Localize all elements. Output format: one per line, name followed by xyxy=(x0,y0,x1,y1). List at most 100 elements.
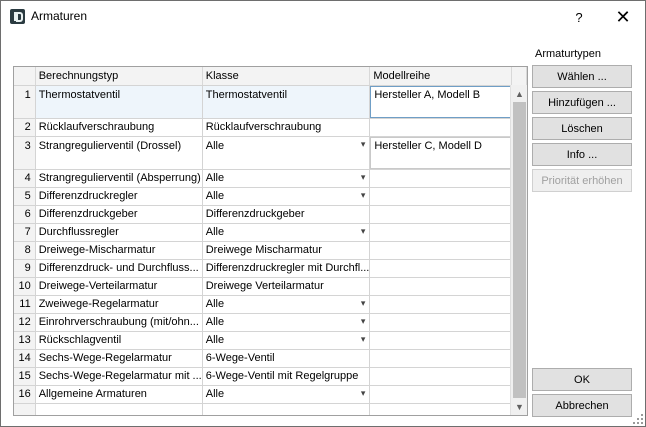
loeschen-button[interactable]: Löschen xyxy=(532,117,632,140)
table-row[interactable]: 14 Sechs-Wege-Regelarmatur 6-Wege-Ventil xyxy=(14,349,527,368)
cell-berechnungstyp[interactable]: Dreiwege-Verteilarmatur xyxy=(35,277,203,296)
abbrechen-button[interactable]: Abbrechen xyxy=(532,394,632,417)
help-button[interactable]: ? xyxy=(564,5,594,29)
table-row[interactable]: 9 Differenzdruck- und Durchfluss... Differ… xyxy=(14,259,527,278)
cell-modellreihe[interactable] xyxy=(369,295,512,314)
cell-klasse-dropdown[interactable]: Alle xyxy=(202,187,371,206)
info-button[interactable]: Info ... xyxy=(532,143,632,166)
resize-grip-icon[interactable] xyxy=(633,414,643,424)
cell-modellreihe[interactable] xyxy=(369,349,512,368)
row-number[interactable]: 11 xyxy=(14,295,36,314)
cell-klasse[interactable]: Thermostatventil xyxy=(202,85,371,119)
cell-berechnungstyp[interactable]: Strangregulierventil (Drossel) xyxy=(35,136,203,170)
scrollbar-thumb[interactable] xyxy=(513,102,526,398)
row-number[interactable]: 8 xyxy=(14,241,36,260)
cell-berechnungstyp[interactable]: Dreiwege-Mischarmatur xyxy=(35,241,203,260)
cell-modellreihe[interactable]: Hersteller A, Modell B xyxy=(369,85,512,119)
cell-klasse[interactable]: 6-Wege-Ventil xyxy=(202,349,371,368)
cell-berechnungstyp[interactable]: Allgemeine Armaturen xyxy=(35,385,203,404)
prioritaet-erhoehen-button[interactable]: Priorität erhöhen xyxy=(532,169,632,192)
cell-klasse-dropdown[interactable]: Alle xyxy=(202,313,371,332)
row-number[interactable]: 14 xyxy=(14,349,36,368)
cell-klasse[interactable]: Differenzdruckregler mit Durchfl... xyxy=(202,259,371,278)
cell-modellreihe[interactable]: Hersteller C, Modell D xyxy=(369,136,512,170)
row-number[interactable]: 15 xyxy=(14,367,36,386)
cell-modellreihe[interactable] xyxy=(369,313,512,332)
cell-klasse-dropdown[interactable]: Alle xyxy=(202,169,371,188)
cell-modellreihe[interactable] xyxy=(369,205,512,224)
close-button[interactable]: ✕ xyxy=(608,5,638,29)
row-number[interactable]: 2 xyxy=(14,118,36,137)
cell-klasse[interactable]: 6-Wege-Ventil mit Regelgruppe xyxy=(202,367,371,386)
table-row[interactable]: 11 Zweiwege-Regelarmatur Alle xyxy=(14,295,527,314)
cell-modellreihe[interactable] xyxy=(369,118,512,137)
cell-berechnungstyp[interactable]: Rücklaufverschraubung xyxy=(35,118,203,137)
row-number[interactable]: 12 xyxy=(14,313,36,332)
row-number[interactable]: 6 xyxy=(14,205,36,224)
table-row[interactable]: 4 Strangregulierventil (Absperrung) Alle xyxy=(14,169,527,188)
cell-klasse[interactable]: Dreiwege Mischarmatur xyxy=(202,241,371,260)
table-row[interactable]: 8 Dreiwege-Mischarmatur Dreiwege Mischarma… xyxy=(14,241,527,260)
table-row[interactable]: 6 Differenzdruckgeber Differenzdruckgeber xyxy=(14,205,527,224)
cell-berechnungstyp[interactable]: Rückschlagventil xyxy=(35,331,203,350)
cell-modellreihe[interactable] xyxy=(369,169,512,188)
row-number[interactable]: 16 xyxy=(14,385,36,404)
table-row[interactable]: 16 Allgemeine Armaturen Alle xyxy=(14,385,527,404)
cell-berechnungstyp[interactable]: Strangregulierventil (Absperrung) xyxy=(35,169,203,188)
table-row[interactable]: 13 Rückschlagventil Alle xyxy=(14,331,527,350)
row-number[interactable]: 3 xyxy=(14,136,36,170)
table-row[interactable]: 15 Sechs-Wege-Regelarmatur mit ... 6-Wege-… xyxy=(14,367,527,386)
cell-modellreihe[interactable] xyxy=(369,385,512,404)
cell-modellreihe[interactable] xyxy=(369,187,512,206)
row-number[interactable]: 9 xyxy=(14,259,36,278)
table-row[interactable]: 5 Differenzdruckregler Alle xyxy=(14,187,527,206)
hinzufuegen-button[interactable]: Hinzufügen ... xyxy=(532,91,632,114)
cell-modellreihe[interactable] xyxy=(369,331,512,350)
row-number[interactable]: 10 xyxy=(14,277,36,296)
cell-modellreihe[interactable] xyxy=(369,367,512,386)
cell-berechnungstyp[interactable]: Einrohrverschraubung (mit/ohn... xyxy=(35,313,203,332)
cell-berechnungstyp[interactable]: Sechs-Wege-Regelarmatur mit ... xyxy=(35,367,203,386)
cell-berechnungstyp[interactable]: Zweiwege-Regelarmatur xyxy=(35,295,203,314)
cell-berechnungstyp[interactable]: Differenzdruck- und Durchfluss... xyxy=(35,259,203,278)
table-row[interactable]: 7 Durchflussregler Alle xyxy=(14,223,527,242)
modellreihe-text-field[interactable]: Hersteller C, Modell D xyxy=(370,136,511,168)
cell-klasse[interactable]: Differenzdruckgeber xyxy=(202,205,371,224)
row-number[interactable]: 1 xyxy=(14,85,36,119)
cell-klasse-dropdown[interactable]: Alle xyxy=(202,223,371,242)
cell-berechnungstyp[interactable]: Differenzdruckgeber xyxy=(35,205,203,224)
row-number[interactable]: 5 xyxy=(14,187,36,206)
cell-klasse[interactable]: Rücklaufverschraubung xyxy=(202,118,371,137)
ok-button[interactable]: OK xyxy=(532,368,632,391)
cell-modellreihe[interactable] xyxy=(369,277,512,296)
scroll-down-arrow-icon[interactable]: ▼ xyxy=(511,398,528,415)
cell-klasse-dropdown[interactable]: Alle xyxy=(202,385,371,404)
scroll-up-arrow-icon[interactable]: ▲ xyxy=(511,85,528,102)
column-header-modellreihe[interactable]: Modellreihe xyxy=(369,67,512,86)
cell-klasse[interactable]: Dreiwege Verteilarmatur xyxy=(202,277,371,296)
table-row[interactable]: 2 Rücklaufverschraubung Rücklaufverschraub… xyxy=(14,118,527,137)
cell-modellreihe[interactable] xyxy=(369,259,512,278)
table-row[interactable]: 1 Thermostatventil Thermostatventil Herstel… xyxy=(14,85,527,119)
cell-berechnungstyp[interactable]: Durchflussregler xyxy=(35,223,203,242)
row-number[interactable]: 4 xyxy=(14,169,36,188)
cell-berechnungstyp[interactable]: Thermostatventil xyxy=(35,85,203,119)
cell-klasse-dropdown[interactable]: Alle xyxy=(202,136,371,170)
cell-modellreihe[interactable] xyxy=(369,223,512,242)
row-number[interactable]: 13 xyxy=(14,331,36,350)
grid-vertical-scrollbar[interactable]: ▲ ▼ xyxy=(510,85,527,415)
column-header-berechnungstyp[interactable]: Berechnungstyp xyxy=(35,67,203,86)
table-row[interactable]: 10 Dreiwege-Verteilarmatur Dreiwege Vertei… xyxy=(14,277,527,296)
waehlen-button[interactable]: Wählen ... xyxy=(532,65,632,88)
table-row[interactable]: 12 Einrohrverschraubung (mit/ohn... Alle xyxy=(14,313,527,332)
cell-klasse-dropdown[interactable]: Alle xyxy=(202,331,371,350)
armaturen-grid: Berechnungstyp Klasse Modellreihe 1 Therm… xyxy=(13,66,528,416)
cell-klasse-dropdown[interactable]: Alle xyxy=(202,295,371,314)
column-header-klasse[interactable]: Klasse xyxy=(202,67,371,86)
row-number[interactable]: 7 xyxy=(14,223,36,242)
cell-berechnungstyp[interactable]: Sechs-Wege-Regelarmatur xyxy=(35,349,203,368)
table-row[interactable]: 3Strangregulierventil (Drossel)AlleHerst… xyxy=(14,136,527,170)
cell-berechnungstyp[interactable]: Differenzdruckregler xyxy=(35,187,203,206)
modellreihe-text-field[interactable]: Hersteller A, Modell B xyxy=(370,85,511,117)
cell-modellreihe[interactable] xyxy=(369,241,512,260)
